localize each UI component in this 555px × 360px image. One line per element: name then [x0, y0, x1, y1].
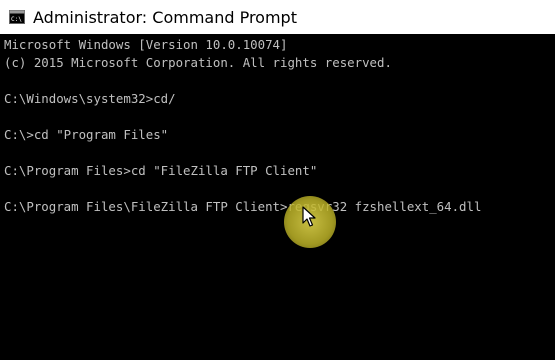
- mouse-pointer-icon: [302, 206, 316, 227]
- console-line: (c) 2015 Microsoft Corporation. All righ…: [4, 55, 392, 70]
- svg-text:C:\: C:\: [11, 16, 22, 23]
- title-bar[interactable]: C:\ Administrator: Command Prompt: [0, 0, 555, 35]
- command-prompt-window: C:\ Administrator: Command Prompt Micros…: [0, 0, 555, 360]
- console-output[interactable]: Microsoft Windows [Version 10.0.10074] (…: [0, 34, 555, 360]
- console-line: C:\Program Files>cd "FileZilla FTP Clien…: [4, 163, 318, 178]
- window-title: Administrator: Command Prompt: [33, 7, 297, 27]
- console-icon: C:\: [9, 10, 25, 24]
- console-line: C:\Windows\system32>cd/: [4, 91, 176, 106]
- console-command-line: C:\Program Files\FileZilla FTP Client>re…: [4, 199, 482, 214]
- console-line: C:\>cd "Program Files": [4, 127, 169, 142]
- console-line: Microsoft Windows [Version 10.0.10074]: [4, 37, 288, 52]
